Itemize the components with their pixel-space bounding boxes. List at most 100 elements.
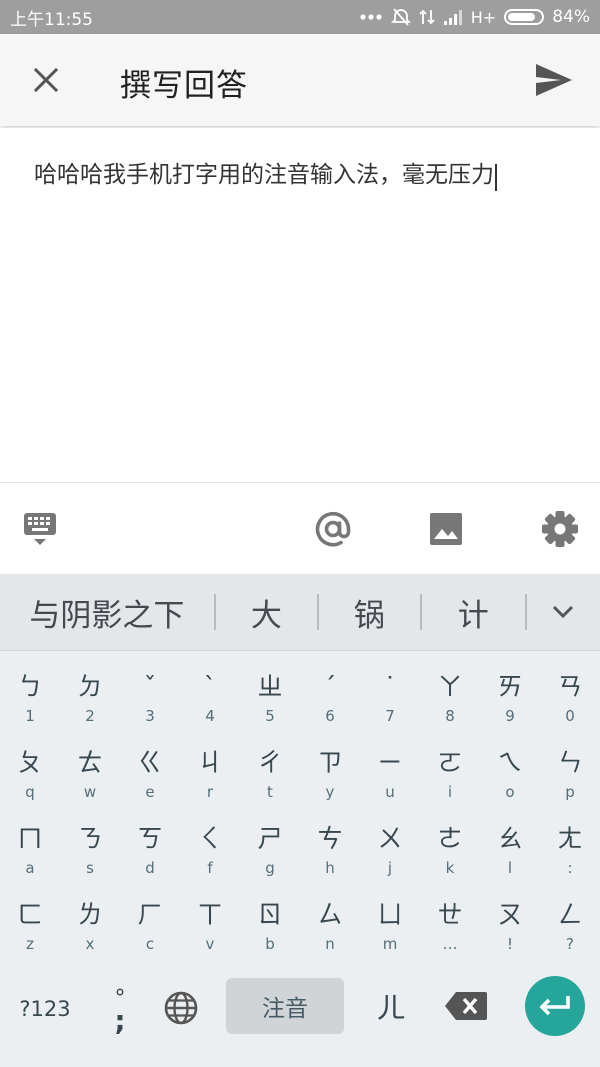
key-latin-label: : xyxy=(567,859,573,877)
key-z[interactable]: ㄈz xyxy=(0,889,60,965)
language-switch-key[interactable] xyxy=(156,983,206,1033)
mention-button[interactable] xyxy=(311,507,355,551)
key-n[interactable]: ㄙn xyxy=(300,889,360,965)
key-zhuyin-label: ㄙ xyxy=(317,900,343,929)
key-m[interactable]: ㄩm xyxy=(360,889,420,965)
key-latin-label: c xyxy=(145,935,155,953)
answer-text[interactable]: 哈哈哈我手机打字用的注音输入法，毫无压力 xyxy=(34,162,494,188)
more-dots-icon xyxy=(359,13,383,21)
key-latin-label: 1 xyxy=(25,707,35,725)
key-latin-label: e xyxy=(145,783,155,801)
key-zhuyin-label: ㄆ xyxy=(17,748,43,777)
key-y[interactable]: ㄗy xyxy=(300,737,360,813)
key-zhuyin-label: ㄕ xyxy=(257,824,283,853)
key-latin-label: x xyxy=(85,935,95,953)
key-latin-label: 0 xyxy=(565,707,575,725)
candidate-item[interactable]: 大 xyxy=(216,574,317,651)
key-latin-label: q xyxy=(25,783,35,801)
editor-toolbar xyxy=(0,482,600,574)
key-k[interactable]: ㄜk xyxy=(420,813,480,889)
space-key[interactable]: 注音 xyxy=(226,978,344,1034)
key-v[interactable]: ㄒv xyxy=(180,889,240,965)
key-er[interactable]: ㄦ xyxy=(364,978,418,1034)
key-w[interactable]: ㄊw xyxy=(60,737,120,813)
key-zhuyin-label: ㄐ xyxy=(197,748,223,777)
key-s[interactable]: ㄋs xyxy=(60,813,120,889)
key-9[interactable]: ㄞ9 xyxy=(480,661,540,737)
key-zhuyin-label: ㄧ xyxy=(377,748,403,777)
key-zhuyin-label: ㄇ xyxy=(17,824,43,853)
key-latin-label: h xyxy=(325,859,335,877)
key-latin-label: 8 xyxy=(445,707,455,725)
key-t[interactable]: ㄔt xyxy=(240,737,300,813)
key-c[interactable]: ㄏc xyxy=(120,889,180,965)
key-o[interactable]: ㄟo xyxy=(480,737,540,813)
candidate-item[interactable]: 锅 xyxy=(319,574,420,651)
key-0[interactable]: ㄢ0 xyxy=(540,661,600,737)
key-zhuyin-label: ˇ xyxy=(143,672,157,701)
answer-editor[interactable]: 哈哈哈我手机打字用的注音输入法，毫无压力 xyxy=(0,128,600,482)
key-6[interactable]: ˊ6 xyxy=(300,661,360,737)
keyboard-hide-button[interactable] xyxy=(18,507,62,551)
enter-icon xyxy=(539,996,570,1016)
key-u[interactable]: ㄧu xyxy=(360,737,420,813)
backspace-key[interactable] xyxy=(432,981,500,1031)
key-?[interactable]: ㄥ? xyxy=(540,889,600,965)
key-![interactable]: ㄡ! xyxy=(480,889,540,965)
symbols-key[interactable]: ?123 xyxy=(8,981,82,1037)
alarm-off-icon xyxy=(390,7,411,27)
key-zhuyin-label: ㄟ xyxy=(497,748,523,777)
close-button[interactable] xyxy=(22,56,70,104)
key-latin-label: d xyxy=(145,859,155,877)
key-3[interactable]: ˇ3 xyxy=(120,661,180,737)
key-4[interactable]: ˋ4 xyxy=(180,661,240,737)
globe-icon xyxy=(164,991,198,1025)
key-q[interactable]: ㄆq xyxy=(0,737,60,813)
key-latin-label: l xyxy=(507,859,513,877)
key-latin-label: t xyxy=(267,783,273,801)
key-i[interactable]: ㄛi xyxy=(420,737,480,813)
zhuyin-keyboard: ㄅ 1 ㄉ 2 ˇ 3 ˋ 4 ㄓ 5 ˊ 6 ˙ 7 ㄚ 8 ㄞ 9 ㄢ 0 ㄆqㄊwㄍeㄐrㄔtㄗyㄧuㄛiㄟoㄣ… xyxy=(0,651,600,1067)
battery-percent: 84% xyxy=(552,7,590,27)
key-l[interactable]: ㄠl xyxy=(480,813,540,889)
key-latin-label: 6 xyxy=(325,707,335,725)
key-x[interactable]: ㄌx xyxy=(60,889,120,965)
key-j[interactable]: ㄨj xyxy=(360,813,420,889)
send-icon xyxy=(536,64,572,96)
key-a[interactable]: ㄇa xyxy=(0,813,60,889)
key-latin-label: r xyxy=(206,783,214,801)
key-b[interactable]: ㄖb xyxy=(240,889,300,965)
key-7[interactable]: ˙ 7 xyxy=(360,661,420,737)
signal-icon xyxy=(443,8,463,26)
key-latin-label: a xyxy=(25,859,35,877)
key-f[interactable]: ㄑf xyxy=(180,813,240,889)
network-type: H+ xyxy=(470,7,497,27)
key-zhuyin-label: ㄛ xyxy=(437,748,463,777)
candidate-item[interactable]: 计 xyxy=(422,574,525,651)
key-g[interactable]: ㄕg xyxy=(240,813,300,889)
candidate-expand-button[interactable] xyxy=(527,574,600,651)
key-8[interactable]: ㄚ8 xyxy=(420,661,480,737)
key-d[interactable]: ㄎd xyxy=(120,813,180,889)
key-1[interactable]: ㄅ1 xyxy=(0,661,60,737)
key-:[interactable]: ㄤ: xyxy=(540,813,600,889)
key-h[interactable]: ㄘh xyxy=(300,813,360,889)
key-p[interactable]: ㄣp xyxy=(540,737,600,813)
enter-key[interactable] xyxy=(525,976,585,1036)
key-latin-label: … xyxy=(442,935,458,953)
key-e[interactable]: ㄍe xyxy=(120,737,180,813)
status-icons: H+ 84% xyxy=(359,7,590,27)
keyboard-hide-icon xyxy=(24,513,56,545)
candidate-item[interactable]: 与阴影之下 xyxy=(0,574,214,651)
insert-image-button[interactable] xyxy=(424,507,468,551)
key-r[interactable]: ㄐr xyxy=(180,737,240,813)
punctuation-key[interactable]: ° ; xyxy=(94,975,146,1045)
status-bar: 上午11:55 H+ 84% xyxy=(0,0,600,34)
key-zhuyin-label: ㄎ xyxy=(137,824,163,853)
send-button[interactable] xyxy=(530,56,578,104)
settings-button[interactable] xyxy=(538,507,582,551)
keyboard-bottom-row: ?123 ° ; 注音 ㄦ xyxy=(0,969,600,1055)
key-5[interactable]: ㄓ5 xyxy=(240,661,300,737)
key-2[interactable]: ㄉ2 xyxy=(60,661,120,737)
key-…[interactable]: ㄝ… xyxy=(420,889,480,965)
